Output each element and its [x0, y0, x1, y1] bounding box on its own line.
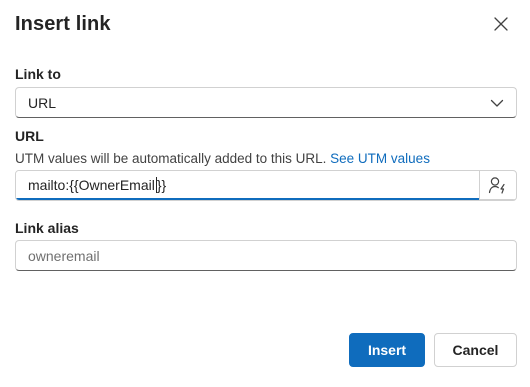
link-to-label: Link to	[15, 66, 61, 82]
utm-hint: UTM values will be automatically added t…	[15, 151, 430, 166]
url-input[interactable]: mailto:{{OwnerEmail}}	[16, 171, 479, 200]
link-to-select[interactable]: URL	[15, 87, 517, 118]
url-value-before-caret: mailto:{{OwnerEmail	[28, 176, 155, 193]
close-button[interactable]	[489, 12, 513, 36]
personalization-icon	[488, 177, 505, 194]
insert-button[interactable]: Insert	[349, 333, 425, 367]
url-field: mailto:{{OwnerEmail}}	[15, 170, 517, 201]
close-icon	[494, 17, 508, 31]
see-utm-values-link[interactable]: See UTM values	[330, 151, 430, 166]
personalization-button[interactable]	[479, 171, 516, 200]
link-to-selected-value: URL	[28, 94, 57, 111]
chevron-down-icon	[490, 99, 504, 107]
insert-link-dialog: Insert link Link to URL URL UTM values w…	[0, 0, 530, 387]
link-alias-input[interactable]	[15, 240, 517, 271]
cancel-button[interactable]: Cancel	[434, 333, 517, 367]
url-value-after-caret: }}	[156, 176, 167, 193]
dialog-title: Insert link	[15, 13, 111, 35]
url-label: URL	[15, 128, 44, 144]
utm-hint-text: UTM values will be automatically added t…	[15, 151, 327, 166]
link-alias-label: Link alias	[15, 220, 79, 236]
